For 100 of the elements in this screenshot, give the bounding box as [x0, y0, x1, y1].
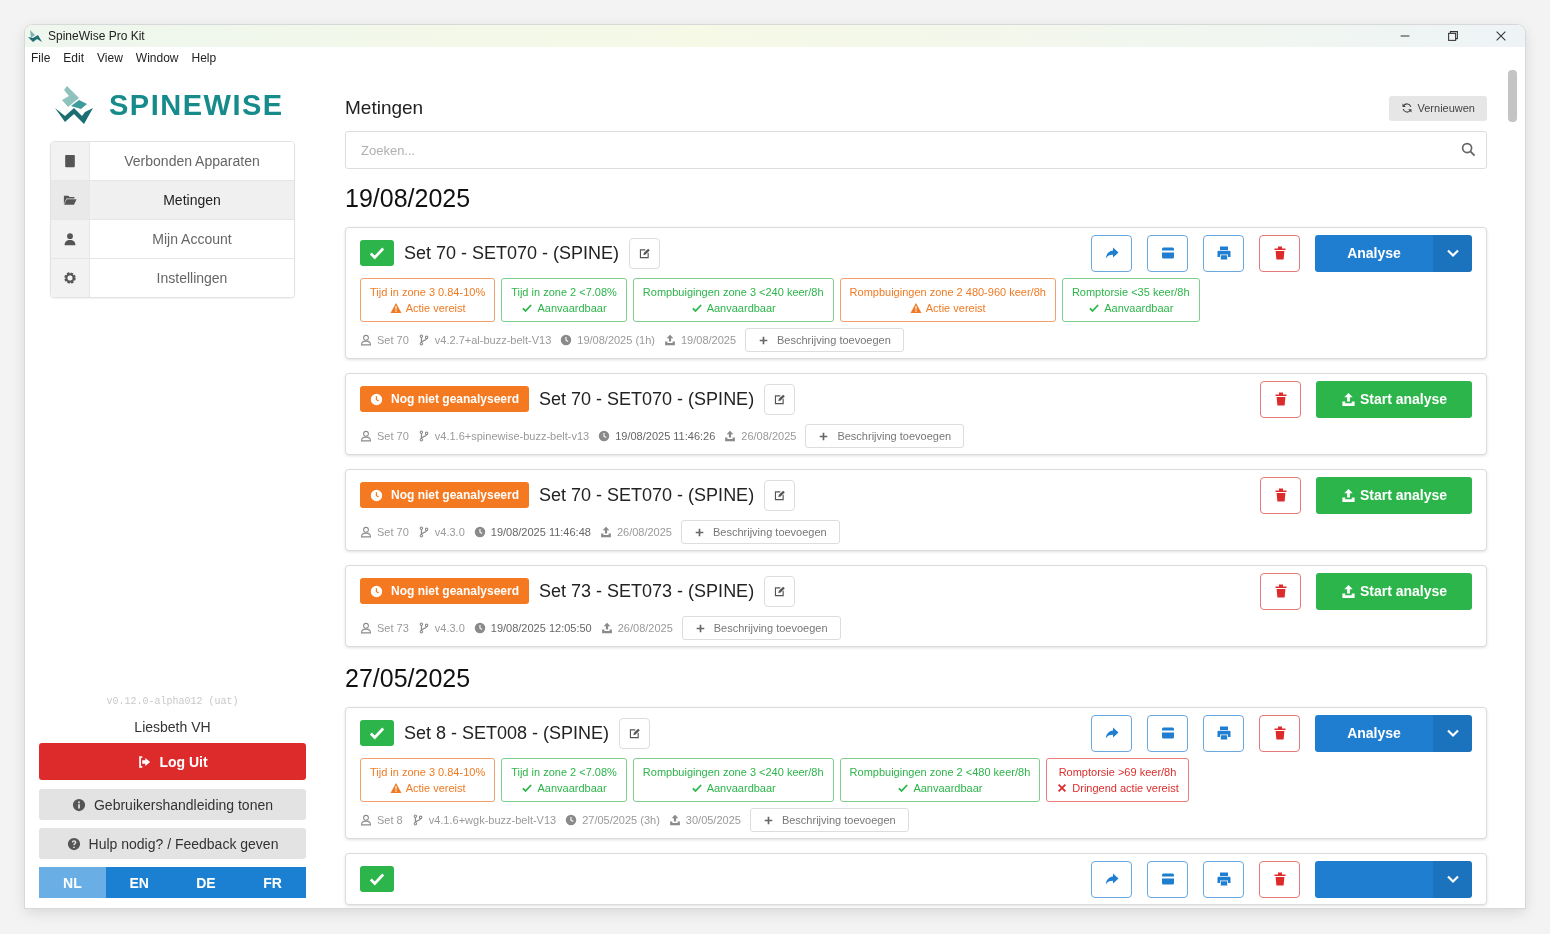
delete-button[interactable]: [1259, 714, 1300, 752]
tablet-icon: [63, 154, 77, 168]
delete-button[interactable]: [1260, 380, 1301, 418]
start-analysis-button[interactable]: Start analyse: [1316, 476, 1472, 514]
upload-date: 30/05/2025: [685, 814, 741, 826]
share-button[interactable]: [1091, 714, 1132, 752]
edit-button[interactable]: [764, 383, 796, 415]
save-button[interactable]: [1147, 234, 1188, 272]
user-icon: [360, 430, 372, 442]
clock-icon: [473, 526, 486, 538]
check-icon: [1088, 302, 1101, 314]
edit-icon: [773, 584, 787, 598]
start-analysis-button[interactable]: Start analyse: [1316, 572, 1472, 610]
dropdown-button[interactable]: [1433, 860, 1472, 898]
upload-icon: [1340, 487, 1356, 503]
analysed-check-icon: [360, 240, 394, 266]
page-title: Metingen: [345, 97, 424, 119]
folder-icon: [63, 193, 77, 207]
add-description-button[interactable]: Beschrijving toevoegen: [805, 424, 965, 448]
metric-result: Aanvaardbaar: [706, 781, 776, 796]
analyse-button[interactable]: [1315, 860, 1433, 898]
branch-icon: [417, 334, 430, 346]
share-icon: [1103, 871, 1120, 887]
menu-item[interactable]: View: [95, 51, 130, 65]
language-button[interactable]: DE: [172, 867, 240, 898]
nav-item[interactable]: Mijn Account: [51, 220, 294, 259]
dropdown-button[interactable]: [1433, 234, 1472, 272]
edit-button[interactable]: [629, 237, 661, 269]
menu-item[interactable]: File: [29, 51, 58, 65]
set-name: Set 70: [377, 430, 409, 442]
edit-icon: [773, 392, 787, 406]
add-description-button[interactable]: Beschrijving toevoegen: [680, 520, 840, 544]
branch-icon: [417, 526, 430, 538]
window-title: SpineWise Pro Kit: [48, 29, 145, 43]
language-button[interactable]: EN: [105, 867, 173, 898]
edit-button[interactable]: [764, 575, 796, 607]
firmware-version: v4.3.0: [434, 622, 465, 634]
delete-button[interactable]: [1259, 234, 1300, 272]
manual-button[interactable]: Gebruikershandleiding tonen: [39, 789, 306, 820]
print-button[interactable]: [1203, 860, 1244, 898]
cross-icon: [1056, 782, 1069, 794]
recorded-date: 19/08/2025 12:05:50: [490, 622, 592, 634]
analyse-button[interactable]: Analyse: [1315, 714, 1433, 752]
check-icon: [521, 782, 534, 794]
feedback-button[interactable]: Hulp nodig? / Feedback geven: [39, 828, 306, 859]
share-button[interactable]: [1091, 860, 1132, 898]
analyse-button[interactable]: Analyse: [1315, 234, 1433, 272]
add-description-button[interactable]: Beschrijving toevoegen: [749, 808, 909, 832]
nav-item[interactable]: Verbonden Apparaten: [51, 142, 294, 181]
nav-item[interactable]: Metingen: [51, 181, 294, 220]
print-icon: [1215, 725, 1232, 741]
metric-label: Romptorsie >69 keer/8h: [1058, 765, 1177, 780]
search-icon: [1461, 142, 1476, 157]
print-button[interactable]: [1203, 714, 1244, 752]
refresh-button[interactable]: Vernieuwen: [1388, 95, 1487, 121]
logo-text: SPINEWISE: [109, 88, 284, 122]
user-icon: [360, 334, 372, 346]
measurement-title: Set 70 - SET070 - (SPINE): [404, 242, 620, 264]
menu-item[interactable]: Window: [133, 51, 186, 65]
measurement-title: Set 8 - SET008 - (SPINE): [404, 722, 610, 744]
share-icon: [1103, 245, 1120, 261]
menu-item[interactable]: Edit: [61, 51, 92, 65]
set-name: Set 70: [377, 334, 409, 346]
delete-button[interactable]: [1260, 476, 1301, 514]
measurement-title: Set 70 - SET070 - (SPINE): [539, 484, 755, 506]
metric-label: Tijd in zone 2 <7.08%: [511, 285, 617, 300]
clock-icon: [370, 392, 383, 406]
nav-item[interactable]: Instellingen: [51, 259, 294, 297]
branch-icon: [417, 430, 430, 442]
restore-icon: [1446, 29, 1460, 43]
upload-date: 26/08/2025: [617, 622, 673, 634]
language-button[interactable]: FR: [239, 867, 306, 898]
metric-label: Rompbuigingen zone 3 <240 keer/8h: [642, 285, 824, 300]
logout-button[interactable]: Log Uit: [39, 743, 306, 780]
print-button[interactable]: [1203, 234, 1244, 272]
share-icon: [1103, 725, 1120, 741]
upload-date: 19/08/2025: [680, 334, 737, 346]
date-heading: 27/05/2025: [345, 663, 472, 694]
start-analysis-button[interactable]: Start analyse: [1316, 380, 1472, 418]
measurement-title: Set 70 - SET070 - (SPINE): [539, 388, 755, 410]
edit-button[interactable]: [619, 717, 651, 749]
add-description-button[interactable]: Beschrijving toevoegen: [745, 328, 904, 352]
plus-icon: [758, 334, 770, 346]
scrollbar-thumb[interactable]: [1508, 70, 1517, 122]
card-icon: [1159, 871, 1176, 887]
warning-icon: [389, 302, 402, 314]
delete-button[interactable]: [1260, 572, 1301, 610]
save-button[interactable]: [1147, 860, 1188, 898]
delete-button[interactable]: [1259, 860, 1300, 898]
menu-item[interactable]: Help: [189, 51, 224, 65]
branch-icon: [411, 814, 424, 826]
add-description-button[interactable]: Beschrijving toevoegen: [681, 616, 841, 640]
save-button[interactable]: [1147, 714, 1188, 752]
dropdown-button[interactable]: [1433, 714, 1472, 752]
search-field[interactable]: Zoeken...: [345, 131, 1487, 169]
edit-icon: [638, 246, 652, 260]
metric-result: Aanvaardbaar: [537, 781, 607, 796]
edit-button[interactable]: [764, 479, 796, 511]
share-button[interactable]: [1091, 234, 1132, 272]
logo-icon: [53, 84, 95, 126]
